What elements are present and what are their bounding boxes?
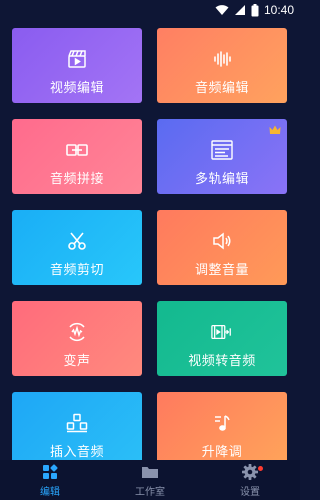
tile-video-to-audio[interactable]: 视频转音频 xyxy=(157,301,287,376)
tile-label: 多轨编辑 xyxy=(194,172,249,187)
tile-label: 音频拼接 xyxy=(49,172,104,187)
tile-pitch-shift[interactable]: 升降调 xyxy=(157,392,287,467)
tile-label: 音频剪切 xyxy=(49,263,104,278)
tile-label: 调整音量 xyxy=(194,263,249,278)
tab-edit[interactable]: 编辑 xyxy=(0,460,100,500)
music-note-icon xyxy=(211,412,233,434)
tile-audio-cut[interactable]: 音频剪切 xyxy=(12,210,142,285)
tile-audio-edit[interactable]: 音频编辑 xyxy=(157,28,287,103)
tab-label: 编辑 xyxy=(40,486,60,498)
link-icon xyxy=(66,139,88,161)
crown-icon xyxy=(269,125,281,134)
tile-label: 视频转音频 xyxy=(188,354,256,369)
tab-label: 设置 xyxy=(240,486,260,498)
notification-dot xyxy=(258,466,263,471)
tile-voice-change[interactable]: 变声 xyxy=(12,301,142,376)
clapperboard-icon xyxy=(66,48,88,70)
tile-label: 音频编辑 xyxy=(194,81,249,96)
tab-settings[interactable]: 设置 xyxy=(200,460,300,500)
tile-video-edit[interactable]: 视频编辑 xyxy=(12,28,142,103)
insert-audio-icon xyxy=(66,412,88,434)
tile-label: 视频编辑 xyxy=(49,81,104,96)
tab-studio[interactable]: 工作室 xyxy=(100,460,200,500)
multitrack-icon xyxy=(211,139,233,161)
tile-insert-audio[interactable]: 插入音频 xyxy=(12,392,142,467)
scissors-icon xyxy=(66,230,88,252)
folder-icon xyxy=(141,463,159,481)
voice-change-icon xyxy=(66,321,88,343)
gear-icon xyxy=(241,463,259,481)
tile-audio-merge[interactable]: 音频拼接 xyxy=(12,119,142,194)
feature-grid: 视频编辑 音频编辑 音频拼接 多轨编辑 音频剪切 调整音量 变声 视频转音频 插… xyxy=(0,0,300,467)
video-to-audio-icon xyxy=(211,321,233,343)
bottom-tab-bar: 编辑 工作室 设置 xyxy=(0,460,300,500)
tab-label: 工作室 xyxy=(135,486,165,498)
tile-multitrack-edit[interactable]: 多轨编辑 xyxy=(157,119,287,194)
grid-icon xyxy=(41,463,59,481)
waveform-icon xyxy=(211,48,233,70)
tile-adjust-volume[interactable]: 调整音量 xyxy=(157,210,287,285)
tile-label: 插入音频 xyxy=(49,445,104,460)
tile-label: 升降调 xyxy=(201,445,243,460)
tile-label: 变声 xyxy=(63,354,91,369)
speaker-icon xyxy=(211,230,233,252)
